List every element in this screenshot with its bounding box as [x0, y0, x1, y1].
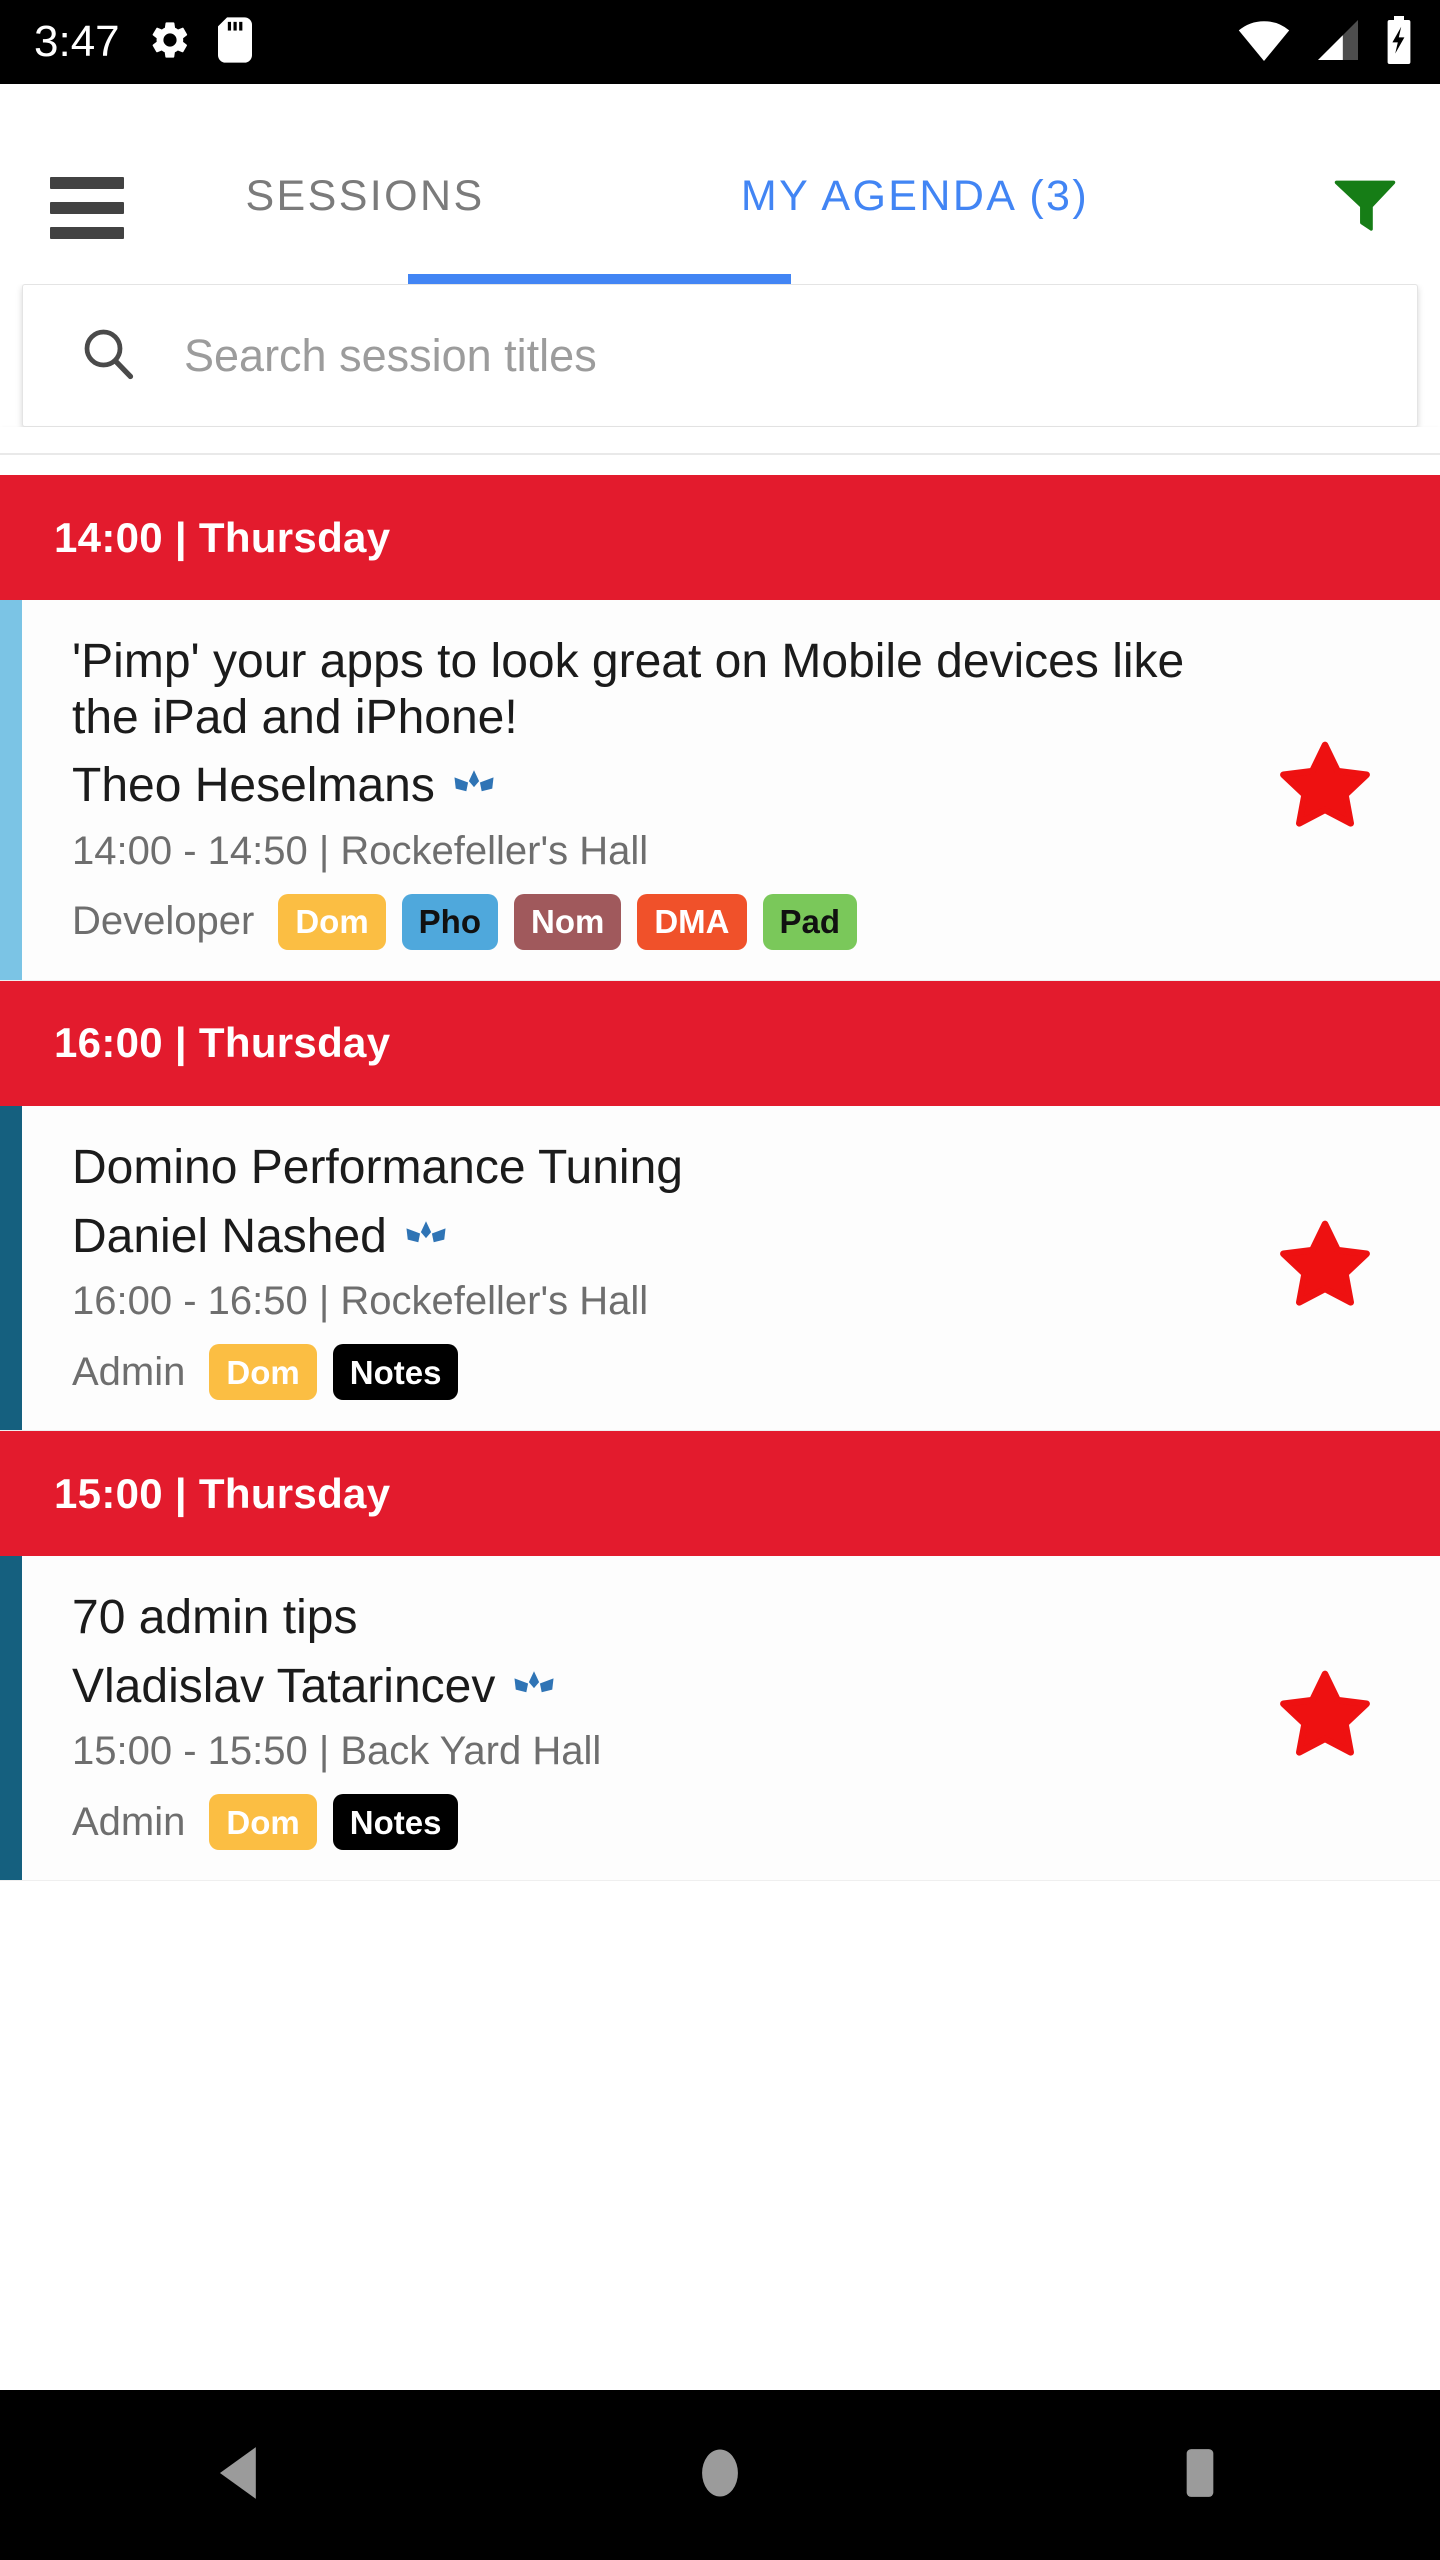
- session-accent-bar: [0, 1105, 22, 1431]
- session-details: 'Pimp' your apps to look great on Mobile…: [22, 600, 1210, 980]
- status-bar-left-icons: [148, 16, 252, 68]
- battery-charging-icon: [1384, 15, 1414, 69]
- session-tag[interactable]: Pad: [762, 893, 858, 950]
- search-section: Search session titles: [0, 284, 1440, 427]
- session-accent-bar: [0, 1556, 22, 1881]
- search-divider: [0, 427, 1440, 455]
- champion-crown-icon: [453, 757, 495, 815]
- list-top-spacer: [0, 455, 1440, 475]
- status-bar: 3:47: [0, 0, 1440, 84]
- gear-icon: [148, 18, 192, 67]
- active-tab-indicator: [408, 274, 791, 284]
- status-bar-right-icons: [1238, 15, 1414, 69]
- star-icon: [1276, 1219, 1374, 1318]
- favorite-star-button[interactable]: [1210, 600, 1440, 980]
- session-speaker-name: Daniel Nashed: [72, 1209, 387, 1263]
- app-tab-bar: SESSIONS MY AGENDA (3): [0, 84, 1440, 284]
- session-tag[interactable]: Dom: [209, 1794, 317, 1851]
- session-details: 70 admin tips Vladislav Tatarincev 15:00…: [22, 1556, 1210, 1880]
- search-bar[interactable]: Search session titles: [22, 284, 1418, 427]
- session-tag[interactable]: Notes: [332, 1344, 459, 1401]
- session-title: 'Pimp' your apps to look great on Mobile…: [72, 635, 1185, 744]
- tab-sessions[interactable]: SESSIONS: [180, 84, 550, 221]
- back-icon: [212, 2444, 268, 2507]
- home-icon: [697, 2445, 743, 2506]
- android-navigation-bar: [0, 2390, 1440, 2560]
- search-icon: [78, 323, 138, 388]
- date-header: 16:00 | Thursday: [0, 980, 1440, 1106]
- date-header: 14:00 | Thursday: [0, 475, 1440, 600]
- session-card[interactable]: Domino Performance Tuning Daniel Nashed …: [0, 1105, 1440, 1432]
- cellular-signal-icon: [1314, 18, 1360, 67]
- search-input[interactable]: Search session titles: [184, 330, 597, 382]
- status-bar-clock: 3:47: [34, 17, 120, 66]
- session-tag[interactable]: Dom: [209, 1344, 317, 1401]
- filter-funnel-icon: [1329, 168, 1401, 245]
- session-card[interactable]: 'Pimp' your apps to look great on Mobile…: [0, 600, 1440, 981]
- wifi-icon: [1238, 18, 1290, 67]
- session-details: Domino Performance Tuning Daniel Nashed …: [22, 1106, 1210, 1430]
- session-tag[interactable]: Nom: [514, 893, 622, 950]
- session-tag[interactable]: DMA: [637, 893, 747, 950]
- session-title: 70 admin tips: [72, 1591, 358, 1645]
- session-tag[interactable]: Pho: [401, 893, 498, 950]
- session-tag-row: Developer Dom Pho Nom DMA Pad: [72, 893, 1210, 950]
- tab-my-agenda[interactable]: MY AGENDA (3): [725, 84, 1105, 221]
- favorite-star-button[interactable]: [1210, 1106, 1440, 1430]
- champion-crown-icon: [513, 1658, 555, 1716]
- session-track: Developer: [72, 899, 255, 944]
- session-title: Domino Performance Tuning: [72, 1140, 683, 1194]
- sd-card-icon: [217, 16, 252, 68]
- recents-icon: [1175, 2445, 1225, 2506]
- app-root: 3:47 SESSIONS MY AGENDA (3) Search sessi…: [0, 0, 1440, 2560]
- session-card[interactable]: 70 admin tips Vladislav Tatarincev 15:00…: [0, 1556, 1440, 1882]
- session-tag-row: Admin Dom Notes: [72, 1344, 1210, 1401]
- list-bottom-spacer: [0, 1881, 1440, 2094]
- session-tag-row: Admin Dom Notes: [72, 1794, 1210, 1851]
- tab-list: SESSIONS MY AGENDA (3): [120, 84, 1290, 284]
- session-tag[interactable]: Dom: [278, 893, 386, 950]
- star-icon: [1276, 740, 1374, 839]
- nav-back-button[interactable]: [140, 2444, 340, 2507]
- session-speaker-name: Theo Heselmans: [72, 759, 435, 813]
- nav-home-button[interactable]: [620, 2445, 820, 2506]
- session-speaker-name: Vladislav Tatarincev: [72, 1659, 496, 1713]
- session-speaker-row: Vladislav Tatarincev: [72, 1658, 1210, 1716]
- session-track: Admin: [72, 1349, 186, 1394]
- session-speaker-row: Daniel Nashed: [72, 1208, 1210, 1266]
- champion-crown-icon: [405, 1208, 447, 1266]
- filter-button[interactable]: [1290, 168, 1440, 245]
- hamburger-menu-icon[interactable]: [0, 177, 124, 239]
- session-time-location: 14:00 - 14:50 | Rockefeller's Hall: [72, 828, 649, 873]
- session-time-location: 15:00 - 15:50 | Back Yard Hall: [72, 1729, 602, 1774]
- session-accent-bar: [0, 600, 22, 980]
- session-time-location: 16:00 - 16:50 | Rockefeller's Hall: [72, 1279, 649, 1324]
- session-tag[interactable]: Notes: [332, 1794, 459, 1851]
- date-header: 15:00 | Thursday: [0, 1431, 1440, 1557]
- session-track: Admin: [72, 1799, 186, 1844]
- star-icon: [1276, 1669, 1374, 1768]
- session-speaker-row: Theo Heselmans: [72, 757, 1210, 815]
- nav-recents-button[interactable]: [1100, 2445, 1300, 2506]
- favorite-star-button[interactable]: [1210, 1556, 1440, 1880]
